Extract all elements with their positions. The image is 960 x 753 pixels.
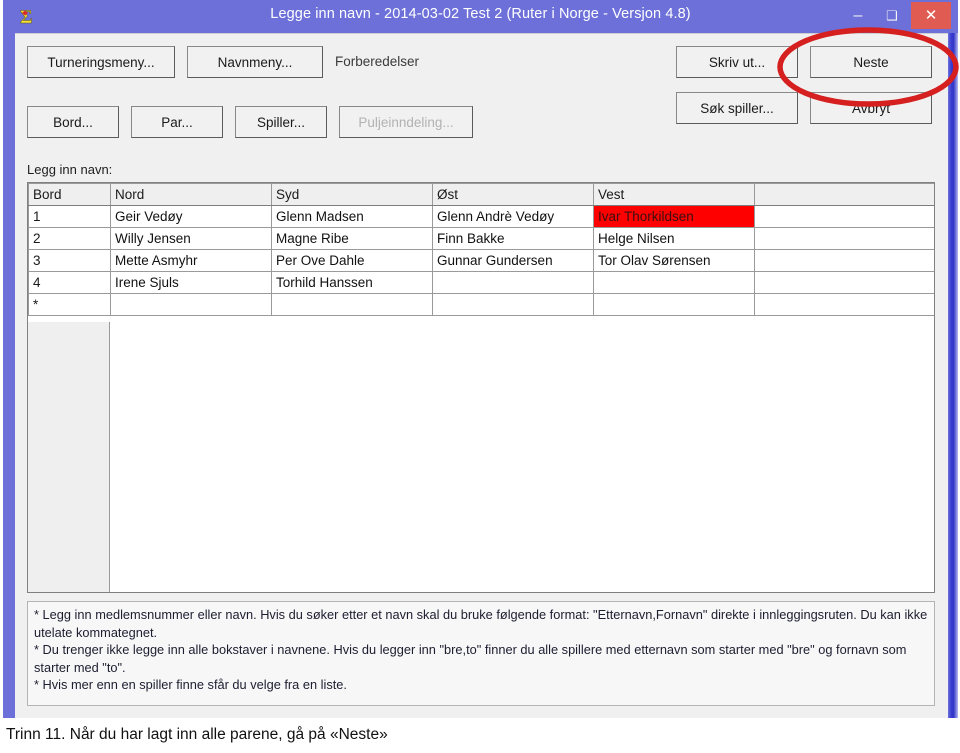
- column-header-ost[interactable]: Øst: [432, 183, 594, 206]
- cell-nord[interactable]: [110, 293, 272, 316]
- grid-empty-area[interactable]: [28, 322, 934, 592]
- cell-blank[interactable]: [754, 249, 934, 272]
- window-title: Legge inn navn - 2014-03-02 Test 2 (Rute…: [270, 6, 691, 22]
- cell-vest[interactable]: Ivar Thorkildsen: [593, 205, 755, 228]
- title-bar: Σ Legge inn navn - 2014-03-02 Test 2 (Ru…: [3, 0, 958, 33]
- table-body: 1 Geir Vedøy Glenn Madsen Glenn Andrè Vedøy…: [28, 205, 934, 316]
- search-player-button[interactable]: Søk spiller...: [676, 92, 798, 124]
- column-header-blank[interactable]: [754, 183, 934, 206]
- header-row: Bord Nord Syd Øst Vest: [28, 183, 934, 206]
- client-area: Turneringsmeny... Navnmeny... Forberedel…: [15, 33, 948, 718]
- cancel-button[interactable]: Avbryt: [810, 92, 932, 124]
- help-line-1: * Legg inn medlemsnummer eller navn. Hvi…: [34, 607, 928, 640]
- cell-vest[interactable]: Tor Olav Sørensen: [593, 249, 755, 272]
- grid-caption: Legg inn navn:: [27, 162, 113, 177]
- cell-nord[interactable]: Irene Sjuls: [110, 271, 272, 294]
- help-line-2: * Du trenger ikke legge inn alle bokstav…: [34, 642, 907, 675]
- screenshot-root: Σ Legge inn navn - 2014-03-02 Test 2 (Ru…: [0, 0, 960, 753]
- cell-nord[interactable]: Mette Asmyhr: [110, 249, 272, 272]
- row-selector-cell[interactable]: *: [28, 293, 111, 316]
- row-selector-cell[interactable]: 2: [28, 227, 111, 250]
- cell-ost[interactable]: Gunnar Gundersen: [432, 249, 594, 272]
- page-separator: [0, 718, 960, 724]
- cell-ost[interactable]: [432, 293, 594, 316]
- cell-blank[interactable]: [754, 205, 934, 228]
- table-row[interactable]: *: [28, 293, 934, 316]
- cell-syd[interactable]: [271, 293, 433, 316]
- column-header-vest[interactable]: Vest: [593, 183, 755, 206]
- row-selector-cell[interactable]: 1: [28, 205, 111, 228]
- cell-blank[interactable]: [754, 293, 934, 316]
- player-button[interactable]: Spiller...: [235, 106, 327, 138]
- pair-button[interactable]: Par...: [131, 106, 223, 138]
- column-header-syd[interactable]: Syd: [271, 183, 433, 206]
- mode-label: Forberedelser: [335, 54, 420, 69]
- table-row[interactable]: 3 Mette Asmyhr Per Ove Dahle Gunnar Gunders…: [28, 249, 934, 272]
- cell-syd[interactable]: Torhild Hanssen: [271, 271, 433, 294]
- cell-vest[interactable]: [593, 293, 755, 316]
- cell-blank[interactable]: [754, 227, 934, 250]
- cell-ost[interactable]: Finn Bakke: [432, 227, 594, 250]
- group-division-button[interactable]: Puljeinndeling...: [339, 106, 473, 138]
- close-button[interactable]: ✕: [911, 2, 951, 29]
- cell-nord[interactable]: Geir Vedøy: [110, 205, 272, 228]
- table-row[interactable]: 4 Irene Sjuls Torhild Hanssen: [28, 271, 934, 294]
- grid-row-header-band: [28, 322, 110, 592]
- table-row[interactable]: 2 Willy Jensen Magne Ribe Finn Bakke Helge N…: [28, 227, 934, 250]
- column-header-bord[interactable]: Bord: [28, 183, 111, 206]
- cell-ost[interactable]: [432, 271, 594, 294]
- row-selector-cell[interactable]: 4: [28, 271, 111, 294]
- cell-syd[interactable]: Per Ove Dahle: [271, 249, 433, 272]
- names-grid[interactable]: Bord Nord Syd Øst Vest 1 Geir Vedøy Glenn …: [27, 182, 935, 593]
- print-button[interactable]: Skriv ut...: [676, 46, 798, 78]
- next-button[interactable]: Neste: [810, 46, 932, 78]
- tournament-menu-button[interactable]: Turneringsmeny...: [27, 46, 175, 78]
- application-window: Σ Legge inn navn - 2014-03-02 Test 2 (Ru…: [3, 0, 958, 722]
- maximize-button[interactable]: ❑: [878, 3, 906, 28]
- cell-blank[interactable]: [754, 271, 934, 294]
- step-caption: Trinn 11. Når du har lagt inn alle paren…: [6, 726, 388, 743]
- cell-ost[interactable]: Glenn Andrè Vedøy: [432, 205, 594, 228]
- help-text-box: * Legg inn medlemsnummer eller navn. Hvi…: [27, 601, 935, 706]
- help-line-3: * Hvis mer enn en spiller finne sfår du …: [34, 677, 347, 692]
- window-left-border: [3, 0, 12, 722]
- table-row[interactable]: 1 Geir Vedøy Glenn Madsen Glenn Andrè Vedøy…: [28, 205, 934, 228]
- cell-vest[interactable]: [593, 271, 755, 294]
- cell-vest[interactable]: Helge Nilsen: [593, 227, 755, 250]
- cell-syd[interactable]: Magne Ribe: [271, 227, 433, 250]
- name-menu-button[interactable]: Navnmeny...: [187, 46, 323, 78]
- table-button[interactable]: Bord...: [27, 106, 119, 138]
- cell-syd[interactable]: Glenn Madsen: [271, 205, 433, 228]
- cell-nord[interactable]: Willy Jensen: [110, 227, 272, 250]
- minimize-button[interactable]: –: [844, 3, 872, 28]
- row-selector-cell[interactable]: 3: [28, 249, 111, 272]
- column-header-nord[interactable]: Nord: [110, 183, 272, 206]
- table-header: Bord Nord Syd Øst Vest: [28, 183, 934, 206]
- names-table: Bord Nord Syd Øst Vest 1 Geir Vedøy Glenn …: [28, 183, 934, 316]
